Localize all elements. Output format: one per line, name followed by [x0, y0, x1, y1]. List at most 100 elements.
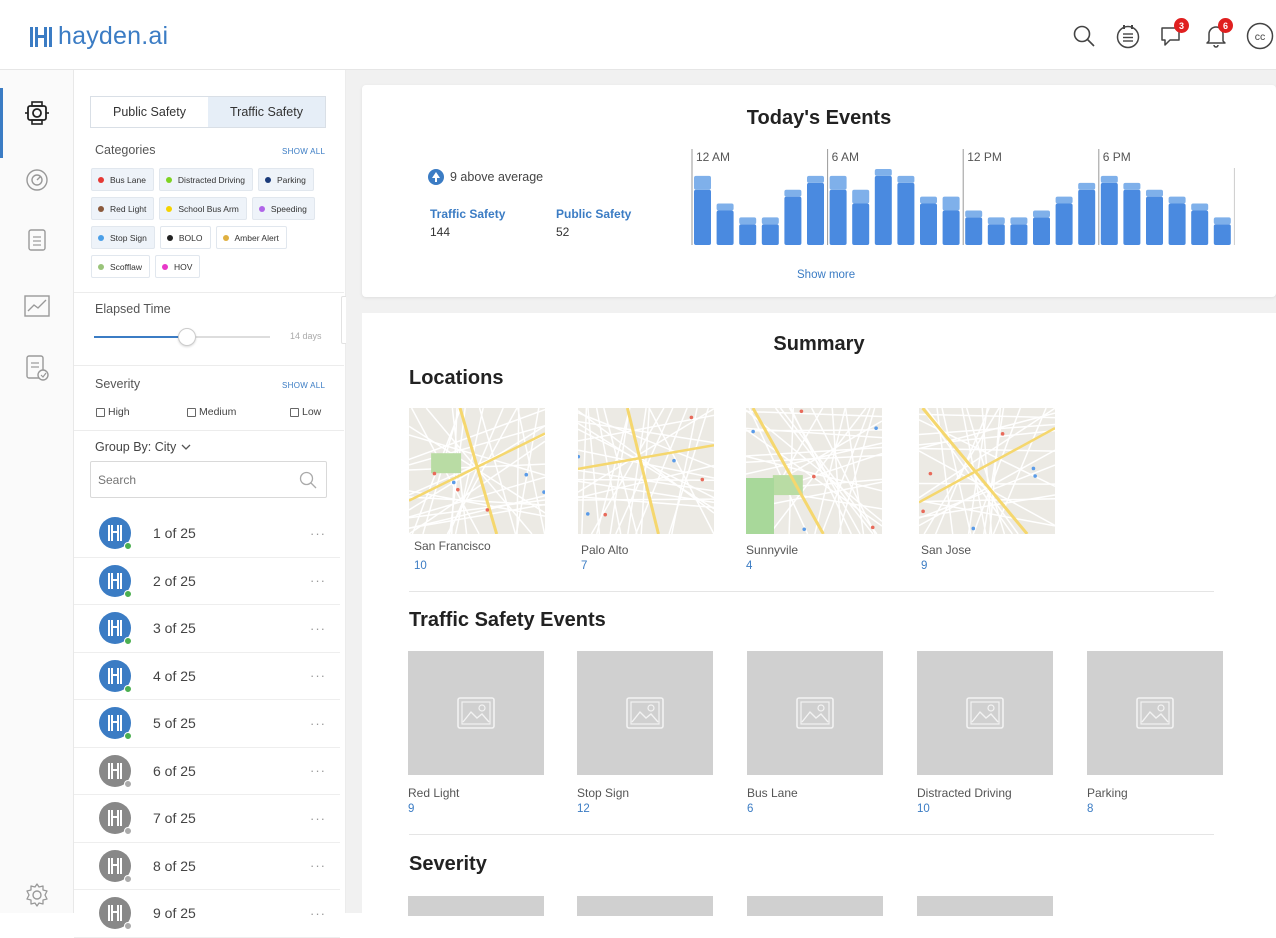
category-chip[interactable]: Speeding — [251, 197, 315, 220]
list-item[interactable]: 1 of 25 ··· — [74, 510, 340, 558]
severity-thumbnail[interactable] — [747, 896, 883, 916]
search-icon[interactable] — [299, 471, 317, 489]
severity-low-checkbox[interactable]: Low — [290, 406, 321, 418]
severity-medium-checkbox[interactable]: Medium — [187, 406, 236, 418]
event-count[interactable]: 6 — [747, 803, 753, 815]
calendar-list-icon[interactable] — [1112, 20, 1144, 52]
map-image — [409, 408, 545, 534]
category-chip[interactable]: Stop Sign — [91, 226, 155, 249]
hayden-logo-icon — [108, 762, 122, 779]
bell-icon[interactable]: 6 — [1200, 18, 1233, 52]
category-chip[interactable]: Red Light — [91, 197, 155, 220]
image-placeholder-icon — [457, 697, 495, 729]
event-count[interactable]: 9 — [408, 803, 414, 815]
category-chip[interactable]: Amber Alert — [215, 226, 287, 249]
list-item[interactable]: 8 of 25 ··· — [74, 843, 340, 890]
nav-map-pin[interactable] — [0, 94, 74, 134]
category-color-dot — [98, 176, 104, 183]
chart-bar — [716, 210, 734, 245]
severity-thumbnail[interactable] — [577, 896, 713, 916]
location-map-tile[interactable] — [919, 408, 1055, 534]
list-item[interactable]: 9 of 25 ··· — [74, 890, 340, 938]
stat-value: 52 — [556, 225, 570, 239]
nav-document[interactable] — [0, 220, 74, 260]
chart-bar — [1123, 189, 1141, 245]
tab-traffic-safety[interactable]: Traffic Safety — [208, 97, 325, 127]
list-item[interactable]: 4 of 25 ··· — [74, 653, 340, 700]
event-thumbnail[interactable] — [577, 651, 713, 775]
severity-thumbnail[interactable] — [917, 896, 1053, 916]
chart-bar-secondary — [987, 217, 1005, 225]
severity-thumbnail[interactable] — [408, 896, 544, 916]
more-options-button[interactable]: ··· — [310, 763, 326, 778]
location-map-tile[interactable] — [578, 408, 714, 534]
chart-bar — [1078, 189, 1096, 245]
location-map-tile[interactable] — [409, 408, 545, 534]
category-chip[interactable]: Distracted Driving — [158, 168, 253, 191]
more-options-button[interactable]: ··· — [310, 526, 326, 541]
list-item[interactable]: 2 of 25 ··· — [74, 558, 340, 605]
more-options-button[interactable]: ··· — [310, 811, 326, 826]
location-count[interactable]: 10 — [414, 560, 427, 572]
more-options-button[interactable]: ··· — [310, 858, 326, 873]
elapsed-time-slider[interactable] — [94, 328, 270, 346]
category-chip[interactable]: Bus Lane — [91, 168, 154, 191]
stat-label: Public Safety — [556, 207, 632, 221]
severity-high-checkbox[interactable]: High — [96, 406, 130, 418]
chevron-down-icon — [181, 444, 191, 450]
nav-chart[interactable] — [0, 286, 74, 326]
event-thumbnail[interactable] — [408, 651, 544, 775]
event-count[interactable]: 10 — [917, 803, 930, 815]
more-options-button[interactable]: ··· — [310, 668, 326, 683]
hayden-logo-icon — [108, 715, 122, 732]
slider-handle[interactable] — [178, 328, 197, 346]
cc-icon[interactable]: cc — [1244, 20, 1276, 52]
event-count[interactable]: 12 — [577, 803, 590, 815]
nav-report[interactable] — [0, 348, 74, 388]
tab-public-safety[interactable]: Public Safety — [91, 97, 208, 127]
divider — [409, 834, 1214, 835]
list-item[interactable]: 7 of 25 ··· — [74, 795, 340, 843]
more-options-button[interactable]: ··· — [310, 906, 326, 921]
stat-label: Traffic Safety — [430, 207, 506, 221]
hayden-logo-icon — [108, 810, 122, 827]
show-more-link[interactable]: Show more — [797, 269, 855, 281]
avatar — [99, 612, 132, 646]
list-item-label: 7 of 25 — [153, 810, 196, 827]
location-count[interactable]: 4 — [746, 560, 752, 572]
event-thumbnail[interactable] — [1087, 651, 1223, 775]
more-options-button[interactable]: ··· — [310, 621, 326, 636]
nav-speedometer[interactable] — [0, 160, 74, 200]
severity-show-all[interactable]: SHOW ALL — [282, 381, 325, 390]
list-item[interactable]: 6 of 25 ··· — [74, 748, 340, 795]
location-count[interactable]: 9 — [921, 560, 927, 572]
category-chip-label: Stop Sign — [110, 232, 147, 243]
category-chip[interactable]: School Bus Arm — [159, 197, 247, 220]
category-chip[interactable]: Parking — [258, 168, 314, 191]
category-chip[interactable]: HOV — [154, 255, 201, 278]
chat-icon[interactable]: 3 — [1156, 18, 1189, 52]
divider — [74, 430, 344, 431]
list-item[interactable]: 5 of 25 ··· — [74, 700, 340, 748]
list-item[interactable]: 3 of 25 ··· — [74, 605, 340, 653]
chart-bar — [920, 203, 937, 245]
hayden-logo-icon — [108, 857, 122, 874]
location-map-tile[interactable] — [746, 408, 882, 534]
event-thumbnail[interactable] — [917, 651, 1053, 775]
category-chip[interactable]: Scofflaw — [91, 255, 150, 278]
search-icon[interactable] — [1068, 20, 1100, 52]
chart-bar — [1191, 210, 1209, 245]
event-count[interactable]: 8 — [1087, 803, 1093, 815]
event-thumbnail[interactable] — [747, 651, 883, 775]
more-options-button[interactable]: ··· — [310, 573, 326, 588]
status-dot — [124, 732, 132, 741]
more-options-button[interactable]: ··· — [310, 716, 326, 731]
location-count[interactable]: 7 — [581, 560, 587, 572]
search-input[interactable] — [91, 462, 281, 497]
logo[interactable]: hayden.ai — [30, 22, 168, 51]
nav-settings[interactable] — [0, 875, 74, 915]
group-by-dropdown[interactable]: Group By: City — [95, 440, 191, 454]
categories-show-all[interactable]: SHOW ALL — [282, 147, 325, 156]
category-chip[interactable]: BOLO — [159, 226, 211, 249]
locations-title: Locations — [409, 367, 504, 389]
